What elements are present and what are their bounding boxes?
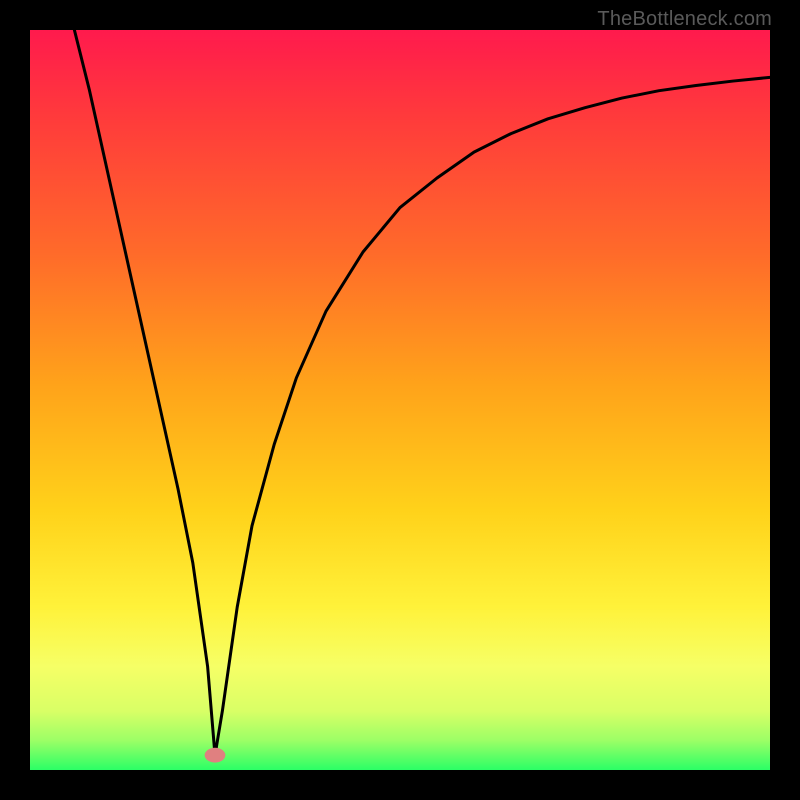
chart-svg <box>30 30 770 770</box>
chart-background <box>30 30 770 770</box>
minimum-marker <box>205 748 226 763</box>
watermark-text: TheBottleneck.com <box>597 8 772 31</box>
chart-frame <box>30 30 770 770</box>
